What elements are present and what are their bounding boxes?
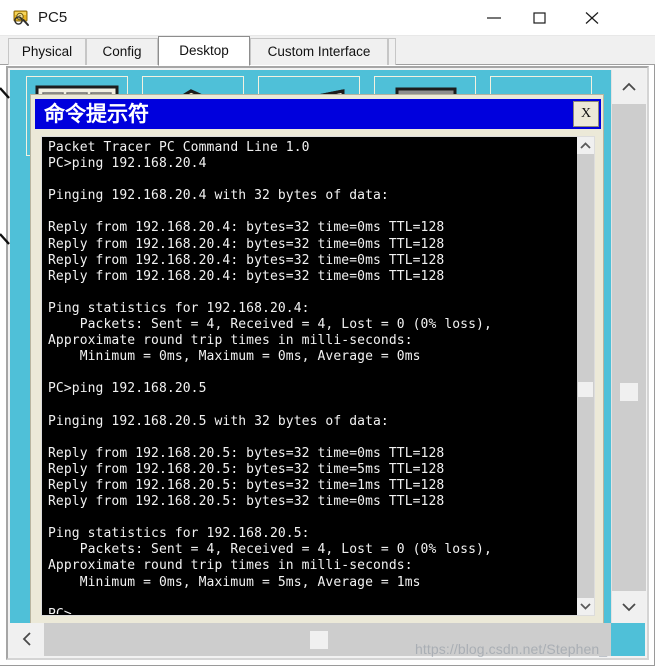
chevron-down-icon — [580, 603, 591, 610]
edge-artifact-mark — [0, 87, 10, 99]
content-scroll-thumb[interactable] — [620, 383, 638, 401]
minimize-icon — [487, 17, 501, 19]
command-prompt-titlebar[interactable]: 命令提示符 X — [35, 99, 601, 129]
window-titlebar[interactable]: S PC5 — [0, 0, 655, 36]
terminal-text: Packet Tracer PC Command Line 1.0 PC>pin… — [48, 140, 492, 614]
tab-config[interactable]: Config — [86, 38, 158, 65]
packet-tracer-desktop: 命令提示符 X Packet Tracer PC Command Line 1.… — [10, 70, 611, 625]
content-scroll-down-button[interactable] — [612, 591, 646, 625]
terminal-scroll-track[interactable] — [577, 154, 594, 598]
command-prompt-title: 命令提示符 — [44, 102, 149, 126]
desktop-content-frame: 命令提示符 X Packet Tracer PC Command Line 1.… — [6, 66, 649, 660]
maximize-icon — [533, 12, 546, 24]
content-horizontal-scrollbar[interactable] — [10, 623, 645, 656]
packet-tracer-icon: S — [12, 8, 32, 28]
close-button[interactable] — [569, 0, 615, 35]
chevron-up-icon — [622, 82, 636, 91]
content-hscroll-thumb[interactable] — [310, 631, 328, 649]
tab-desktop[interactable]: Desktop — [158, 36, 250, 66]
terminal-scroll-thumb[interactable] — [578, 382, 593, 397]
edge-artifact-mark — [0, 233, 10, 245]
scrollbar-corner — [611, 623, 645, 656]
content-scroll-up-button[interactable] — [612, 70, 646, 104]
chevron-up-icon — [580, 142, 591, 149]
terminal-output-area[interactable]: Packet Tracer PC Command Line 1.0 PC>pin… — [41, 136, 595, 616]
tab-physical[interactable]: Physical — [8, 38, 86, 65]
close-icon — [585, 12, 599, 24]
command-prompt-dialog: 命令提示符 X Packet Tracer PC Command Line 1.… — [30, 94, 604, 625]
page-title: PC5 — [38, 9, 68, 26]
terminal-vertical-scrollbar[interactable] — [577, 137, 594, 615]
chevron-left-icon — [22, 632, 31, 646]
tab-custom-interface[interactable]: Custom Interface — [250, 38, 388, 65]
command-prompt-close-button[interactable]: X — [573, 101, 599, 127]
content-scroll-left-button[interactable] — [10, 623, 44, 656]
tab-bar: Physical Config Desktop Custom Interface — [0, 36, 655, 66]
terminal-scroll-up-button[interactable] — [577, 137, 594, 154]
content-vertical-scrollbar[interactable] — [611, 70, 646, 625]
content-scroll-track[interactable] — [612, 104, 646, 591]
terminal-scroll-down-button[interactable] — [577, 598, 594, 615]
maximize-button[interactable] — [517, 0, 563, 35]
minimize-button[interactable] — [471, 0, 517, 35]
tab-strip-filler — [388, 38, 396, 65]
chevron-down-icon — [622, 603, 636, 612]
pc5-window: S PC5 Physical Config Desktop Custom Int… — [0, 0, 655, 666]
